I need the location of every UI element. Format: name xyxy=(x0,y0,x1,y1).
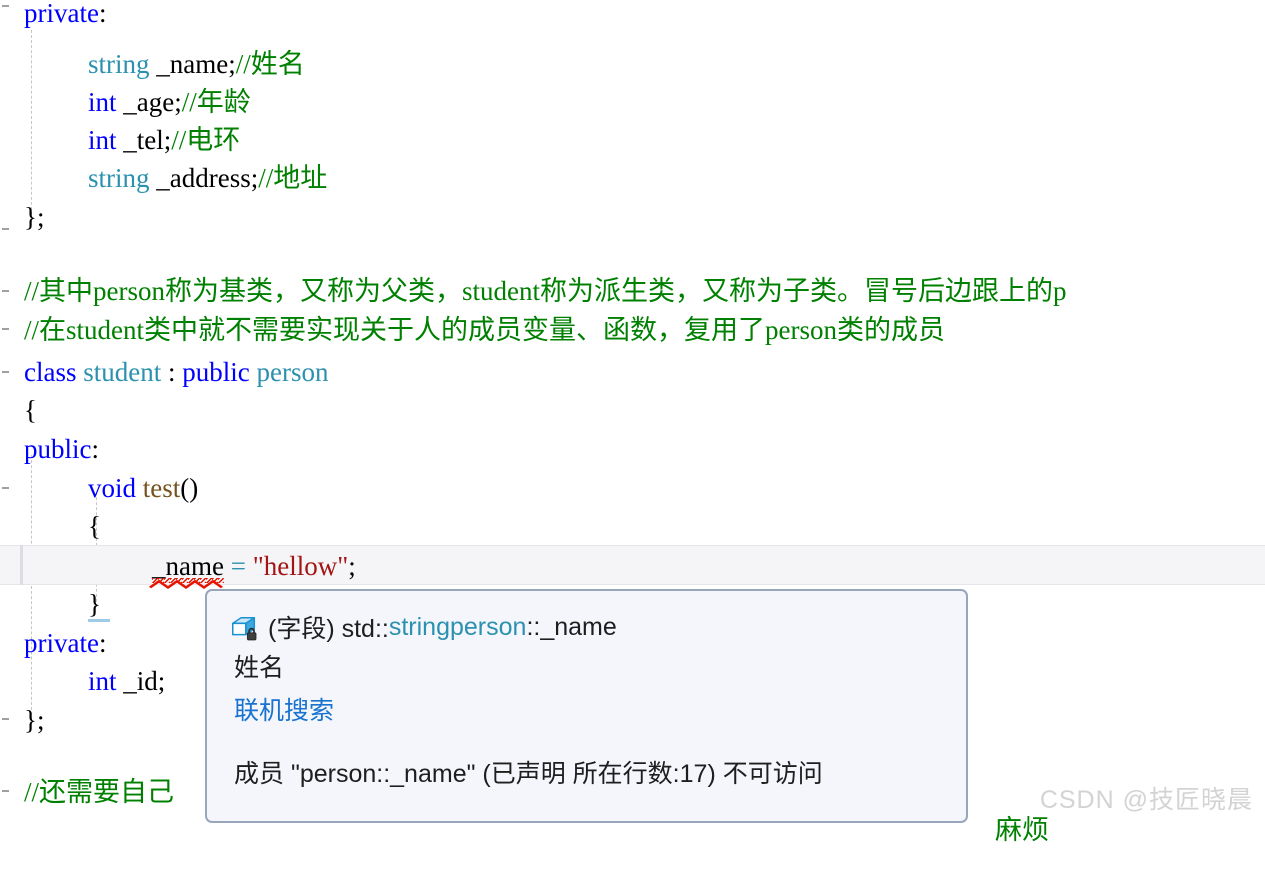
code-token: = xyxy=(230,551,246,581)
code-line[interactable]: //其中person称为基类，又称为父类，student称为派生类，又称为子类。… xyxy=(0,272,1265,310)
code-token: //姓名 xyxy=(235,49,305,79)
code-token: test xyxy=(142,473,181,503)
code-token: //其中person称为基类，又称为父类，student称为派生类，又称为子类。… xyxy=(24,276,1067,306)
code-token: person xyxy=(256,357,329,387)
code-line[interactable]: class student : public person xyxy=(0,353,1265,391)
code-token: string xyxy=(88,163,150,193)
tooltip-error-message: 成员 "person::_name" (已声明 所在行数:17) 不可访问 xyxy=(234,760,823,788)
code-token: void xyxy=(88,473,137,503)
code-token: int xyxy=(88,125,117,155)
tooltip-online-search-link[interactable]: 联机搜索 xyxy=(234,691,334,727)
code-token: { xyxy=(24,395,37,425)
field-private-icon xyxy=(229,613,259,643)
code-token: : xyxy=(161,357,183,387)
code-token: : xyxy=(98,0,107,28)
code-token: _age; xyxy=(116,87,182,117)
code-token: ; xyxy=(348,551,356,581)
code-token: _name; xyxy=(149,49,236,79)
code-token: () xyxy=(180,473,199,503)
code-token: : xyxy=(98,628,107,658)
tooltip-signature-scope: person xyxy=(449,612,527,641)
code-token: string xyxy=(88,49,150,79)
code-line[interactable]: int _age;//年龄 xyxy=(0,83,1265,121)
code-token: _id; xyxy=(116,666,166,696)
quick-info-tooltip[interactable]: (字段) std:: string person ::_name 姓名 联机搜索… xyxy=(205,589,968,823)
code-token: }; xyxy=(24,705,45,735)
code-token: student xyxy=(83,357,162,387)
code-token: public xyxy=(24,434,92,464)
code-token: "hellow" xyxy=(252,551,349,581)
code-line[interactable]: public: xyxy=(0,430,1265,468)
code-line[interactable]: string _name;//姓名 xyxy=(0,45,1265,83)
code-token: //电环 xyxy=(171,125,241,155)
code-token: int xyxy=(88,87,117,117)
code-line[interactable]: private: xyxy=(0,0,1265,32)
code-token: { xyxy=(88,511,101,541)
tooltip-documentation: 姓名 xyxy=(234,654,285,682)
code-token: public xyxy=(182,357,250,387)
code-token: private xyxy=(24,628,99,658)
code-line[interactable]: void test() xyxy=(0,469,1265,507)
comment-fragment-text: 麻烦 xyxy=(995,815,1049,845)
tooltip-signature-prefix: (字段) std:: xyxy=(268,615,389,643)
code-line[interactable]: int _tel;//电环 xyxy=(0,121,1265,159)
code-token: } xyxy=(88,589,101,619)
code-line[interactable]: //在student类中就不需要实现关于人的成员变量、函数，复用了person类… xyxy=(0,311,1265,349)
code-line[interactable]: { xyxy=(0,391,1265,429)
code-editor-surface[interactable]: private: string _name;//姓名 int _age;//年龄 in… xyxy=(0,0,1265,845)
code-token: }; xyxy=(24,202,45,232)
code-token: _tel; xyxy=(116,125,172,155)
code-token: int xyxy=(88,666,117,696)
csdn-watermark: CSDN @技匠晓晨 xyxy=(1039,786,1253,814)
code-token: //年龄 xyxy=(181,87,251,117)
code-token: : xyxy=(91,434,100,464)
code-line[interactable]: _name = "hellow"; xyxy=(0,547,1265,590)
error-token: _name xyxy=(148,551,224,590)
code-token: //在student类中就不需要实现关于人的成员变量、函数，复用了person类… xyxy=(24,315,945,345)
code-token: private xyxy=(24,0,99,28)
tooltip-signature-row: (字段) std:: string person ::_name xyxy=(229,609,617,645)
code-token: _address; xyxy=(149,163,259,193)
code-line[interactable]: { xyxy=(0,507,1265,545)
code-line[interactable]: string _address;//地址 xyxy=(0,159,1265,197)
code-token: //地址 xyxy=(258,163,328,193)
tooltip-signature-type: string xyxy=(388,612,450,641)
code-line[interactable]: }; xyxy=(0,198,1265,236)
code-token: class xyxy=(24,357,77,387)
tooltip-signature-member: ::_name xyxy=(526,612,617,641)
